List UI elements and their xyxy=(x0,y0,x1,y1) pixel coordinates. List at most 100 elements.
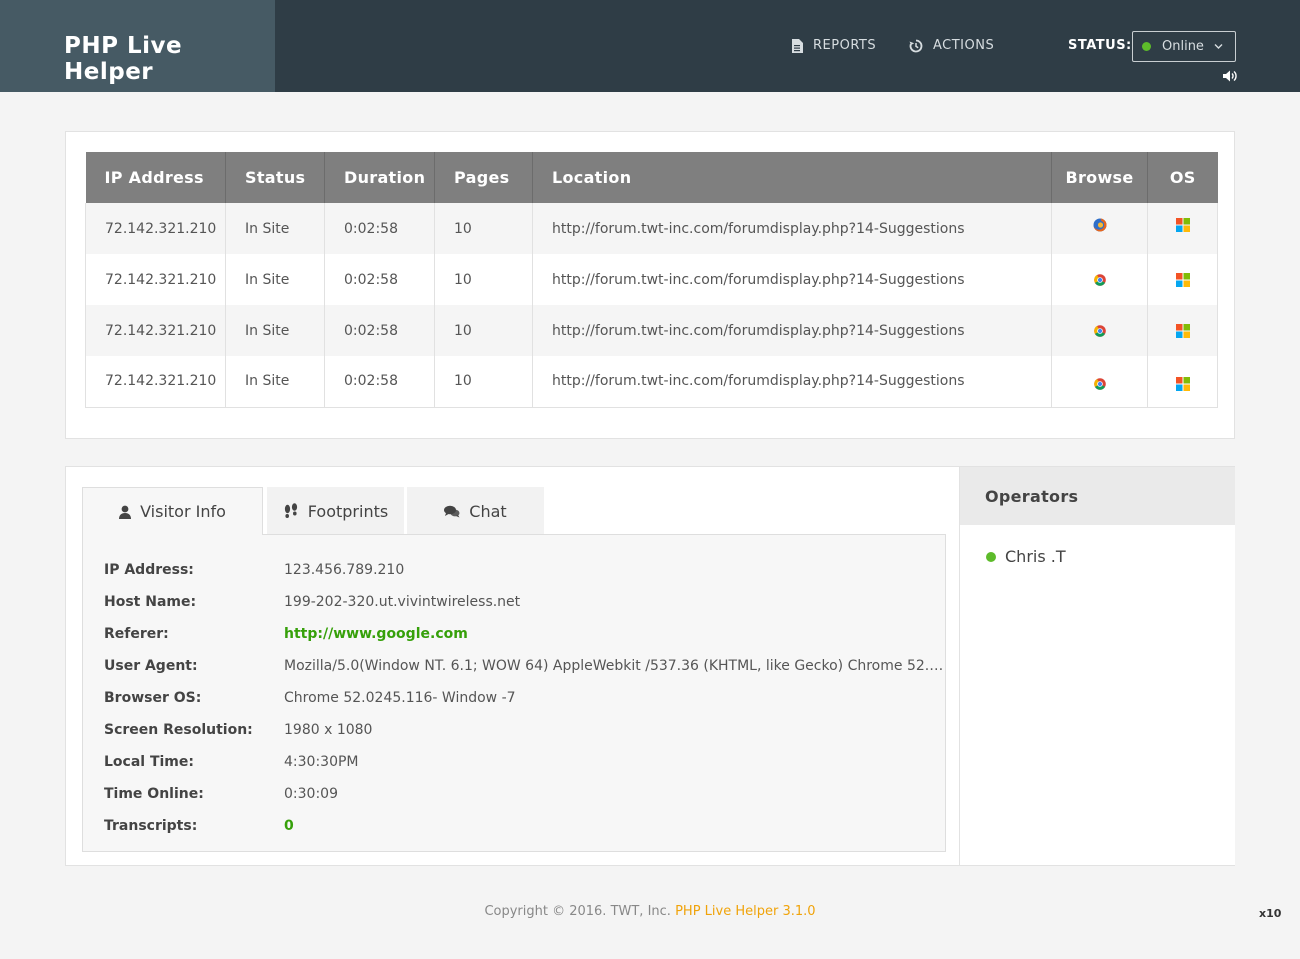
operator-name: Chris .T xyxy=(1005,547,1066,566)
nav-reports-label: REPORTS xyxy=(813,38,877,53)
chevron-down-icon xyxy=(1214,44,1223,49)
info-row-local-time: Local Time: 4:30:30PM xyxy=(104,754,944,774)
info-row-referer: Referer: http://www.google.com xyxy=(104,626,944,646)
cell-status: In Site xyxy=(225,305,325,356)
app-logo[interactable]: PHP Live Helper xyxy=(64,33,275,85)
tab-chat-label: Chat xyxy=(469,501,507,521)
cell-status: In Site xyxy=(225,356,325,408)
cell-ip: 72.142.321.210 xyxy=(85,356,226,408)
info-row-transcripts: Transcripts: 0 xyxy=(104,818,944,838)
cell-browser xyxy=(1051,203,1148,254)
cell-browser xyxy=(1051,305,1148,356)
firefox-icon xyxy=(1093,217,1107,231)
info-value: 4:30:30PM xyxy=(284,754,359,770)
table-row[interactable]: 72.142.321.210 In Site 0:02:58 10 http:/… xyxy=(85,254,1218,305)
cell-pages: 10 xyxy=(434,305,533,356)
info-row-agent: User Agent: Mozilla/5.0(Window NT. 6.1; … xyxy=(104,658,944,678)
info-row-os: Browser OS: Chrome 52.0245.116- Window -… xyxy=(104,690,944,710)
operator-item[interactable]: Chris .T xyxy=(986,547,1066,566)
cell-os xyxy=(1147,254,1218,305)
info-label: Local Time: xyxy=(104,754,194,770)
info-row-resolution: Screen Resolution: 1980 x 1080 xyxy=(104,722,944,742)
column-header-browser[interactable]: Browse xyxy=(1051,152,1148,203)
cell-duration: 0:02:58 xyxy=(324,356,435,408)
history-icon xyxy=(909,39,923,52)
table-row[interactable]: 72.142.321.210 In Site 0:02:58 10 http:/… xyxy=(85,356,1218,408)
cell-os xyxy=(1147,305,1218,356)
status-label: STATUS: xyxy=(1068,38,1132,53)
visitor-detail-panel: Visitor Info Footprints Chat IP Address: xyxy=(65,466,1235,866)
nav-reports[interactable]: REPORTS xyxy=(791,38,876,53)
brand-link[interactable]: PHP Live Helper 3.1.0 xyxy=(675,904,815,919)
info-value: 199-202-320.ut.vivintwireless.net xyxy=(284,594,521,610)
info-value: Mozilla/5.0(Window NT. 6.1; WOW 64) Appl… xyxy=(284,658,944,674)
tab-visitor-info[interactable]: Visitor Info xyxy=(82,487,263,535)
column-header-ip[interactable]: IP Address xyxy=(85,152,226,203)
info-label: User Agent: xyxy=(104,658,198,674)
info-label: Browser OS: xyxy=(104,690,202,706)
copyright-text: Copyright © 2016. TWT, Inc. xyxy=(484,904,671,919)
info-value: 123.456.789.210 xyxy=(284,562,405,578)
cell-os xyxy=(1147,356,1218,408)
visitors-panel: IP Address Status Duration Pages Locatio… xyxy=(65,131,1235,439)
table-header-row: IP Address Status Duration Pages Locatio… xyxy=(85,152,1218,203)
tab-footprints-label: Footprints xyxy=(307,501,389,521)
cell-pages: 10 xyxy=(434,203,533,254)
windows-icon xyxy=(1175,272,1190,287)
cell-browser xyxy=(1051,356,1148,408)
info-row-ip: IP Address: 123.456.789.210 xyxy=(104,562,944,582)
cell-location[interactable]: http://forum.twt-inc.com/forumdisplay.ph… xyxy=(532,203,1052,254)
info-label: Time Online: xyxy=(104,786,204,802)
cell-ip: 72.142.321.210 xyxy=(85,305,226,356)
app-header: PHP Live Helper REPORTS ACTIONS STATUS: … xyxy=(0,0,1300,92)
info-row-time-online: Time Online: 0:30:09 xyxy=(104,786,944,806)
cell-location[interactable]: http://forum.twt-inc.com/forumdisplay.ph… xyxy=(532,254,1052,305)
cell-location[interactable]: http://forum.twt-inc.com/forumdisplay.ph… xyxy=(532,305,1052,356)
windows-icon xyxy=(1175,323,1190,338)
cell-duration: 0:02:58 xyxy=(324,203,435,254)
column-header-duration[interactable]: Duration xyxy=(324,152,435,203)
operators-title: Operators xyxy=(960,467,1235,525)
transcripts-link[interactable]: 0 xyxy=(284,818,944,838)
tab-footprints[interactable]: Footprints xyxy=(267,487,404,535)
operators-panel: Operators Chris .T xyxy=(959,467,1235,865)
column-header-os[interactable]: OS xyxy=(1147,152,1218,203)
windows-icon xyxy=(1175,377,1190,392)
info-label: IP Address: xyxy=(104,562,194,578)
column-header-location[interactable]: Location xyxy=(532,152,1052,203)
info-value: 1980 x 1080 xyxy=(284,722,373,738)
cell-duration: 0:02:58 xyxy=(324,254,435,305)
column-header-status[interactable]: Status xyxy=(225,152,325,203)
cell-ip: 72.142.321.210 xyxy=(85,203,226,254)
logo-box: PHP Live Helper xyxy=(0,0,275,92)
nav-actions-label: ACTIONS xyxy=(933,38,995,53)
tab-visitor-info-label: Visitor Info xyxy=(140,502,226,521)
cell-ip: 72.142.321.210 xyxy=(85,254,226,305)
operator-status-dot xyxy=(986,551,996,562)
status-value: Online xyxy=(1162,39,1204,54)
column-header-pages[interactable]: Pages xyxy=(434,152,533,203)
cell-location[interactable]: http://forum.twt-inc.com/forumdisplay.ph… xyxy=(532,356,1052,408)
nav-actions[interactable]: ACTIONS xyxy=(909,38,994,53)
status-dropdown[interactable]: Online xyxy=(1132,31,1236,62)
referer-link[interactable]: http://www.google.com xyxy=(284,626,944,646)
info-value: Chrome 52.0245.116- Window -7 xyxy=(284,690,516,706)
cell-status: In Site xyxy=(225,254,325,305)
cell-os xyxy=(1147,203,1218,254)
zoom-indicator: x10 xyxy=(1259,907,1282,920)
info-label: Screen Resolution: xyxy=(104,722,253,738)
footer: Copyright © 2016. TWT, Inc. PHP Live Hel… xyxy=(0,904,1300,919)
tab-chat[interactable]: Chat xyxy=(407,487,544,535)
footprints-icon xyxy=(284,503,297,518)
document-icon xyxy=(792,38,803,53)
online-status-dot xyxy=(1142,42,1151,51)
sound-icon[interactable] xyxy=(1223,70,1237,82)
chat-icon xyxy=(444,505,460,517)
cell-pages: 10 xyxy=(434,356,533,408)
windows-icon xyxy=(1175,217,1190,232)
table-row[interactable]: 72.142.321.210 In Site 0:02:58 10 http:/… xyxy=(85,305,1218,356)
info-row-host: Host Name: 199-202-320.ut.vivintwireless… xyxy=(104,594,944,614)
table-row[interactable]: 72.142.321.210 In Site 0:02:58 10 http:/… xyxy=(85,203,1218,254)
visitor-info-content: IP Address: 123.456.789.210 Host Name: 1… xyxy=(82,534,946,852)
info-label: Host Name: xyxy=(104,594,197,610)
